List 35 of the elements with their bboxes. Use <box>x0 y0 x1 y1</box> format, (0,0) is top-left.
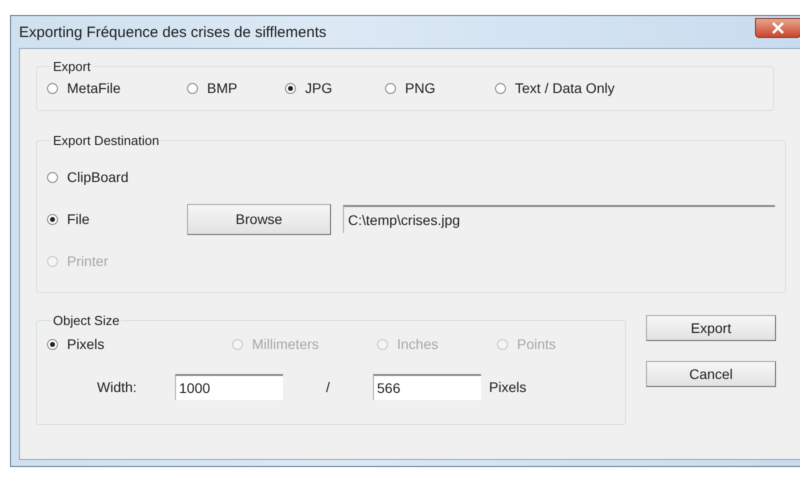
height-field[interactable]: 566 <box>373 374 481 400</box>
group-title: Export <box>52 59 92 74</box>
radio-label: Pixels <box>67 336 104 352</box>
group-title: Export Destination <box>52 133 160 148</box>
radio-button[interactable] <box>495 82 506 94</box>
radio-button[interactable] <box>47 172 58 182</box>
cancel-button[interactable]: Cancel <box>646 361 776 387</box>
width-label: Width: <box>97 379 138 395</box>
radio-label: PNG <box>405 80 436 96</box>
browse-button[interactable]: Browse <box>187 204 331 234</box>
radio-label: BMP <box>207 80 238 96</box>
window-title: Exporting Fréquence des crises de sifflements <box>19 24 326 40</box>
close-button[interactable] <box>755 18 800 38</box>
path-field[interactable]: C:\temp\crises.jpg <box>343 205 775 233</box>
radio-label: Inches <box>397 336 438 352</box>
radio-button[interactable] <box>285 82 296 94</box>
width-field[interactable]: 1000 <box>175 374 283 400</box>
radio-button[interactable] <box>385 82 396 94</box>
radio-label: MetaFile <box>67 80 121 96</box>
radio-label: Points <box>517 336 556 352</box>
export-button[interactable]: Export <box>646 315 776 341</box>
radio-label: File <box>67 211 90 227</box>
radio-label: ClipBoard <box>67 169 128 185</box>
close-icon <box>771 22 785 34</box>
radio-button[interactable] <box>47 82 58 94</box>
unit-label: Pixels <box>489 379 526 395</box>
radio-label: Text / Data Only <box>515 80 615 96</box>
radio-label: Millimeters <box>252 336 319 352</box>
radio-button[interactable] <box>187 82 198 94</box>
radio-label: JPG <box>305 80 332 96</box>
radio-button[interactable] <box>47 338 58 350</box>
group-title: Object Size <box>52 313 120 328</box>
separator-label: / <box>325 379 331 395</box>
radio-button[interactable] <box>47 214 58 224</box>
radio-label: Printer <box>67 253 108 269</box>
